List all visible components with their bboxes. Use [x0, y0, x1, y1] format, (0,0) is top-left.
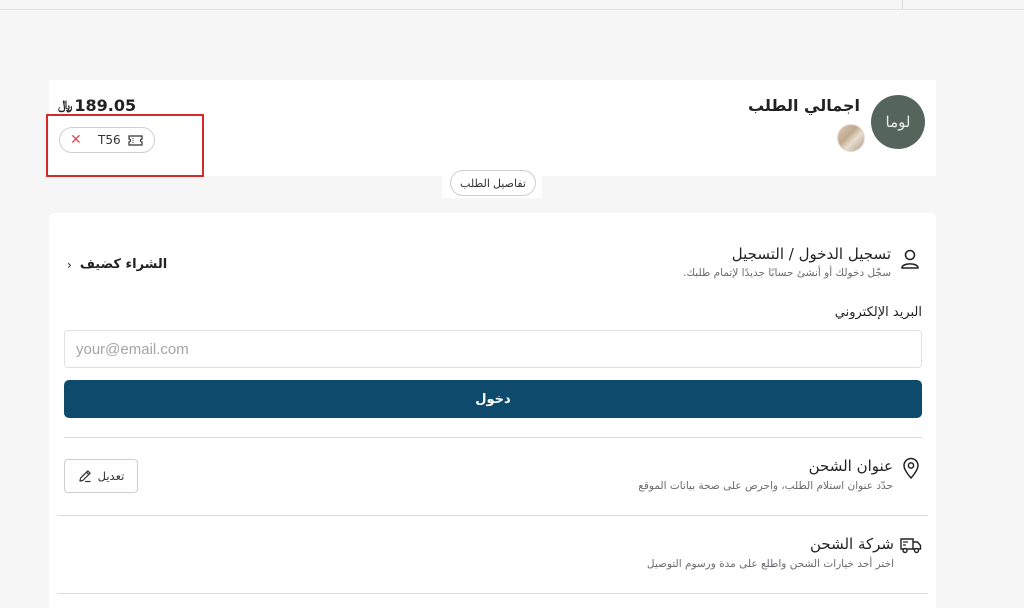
chevron-left-icon: ›: [67, 257, 72, 272]
ticket-icon: [128, 135, 143, 146]
edit-address-label: تعديل: [97, 469, 125, 483]
location-pin-icon: [903, 457, 919, 479]
user-icon: [901, 249, 919, 269]
pencil-icon: [79, 470, 91, 483]
login-title: تسجيل الدخول / التسجيل: [731, 245, 891, 263]
section-divider: [57, 515, 928, 516]
email-label: البريد الإلكتروني: [834, 305, 922, 320]
product-thumbnail: [837, 124, 865, 152]
close-icon[interactable]: ✕: [70, 133, 82, 147]
order-total-value: 189.05: [74, 96, 137, 115]
section-divider: [57, 593, 928, 594]
store-logo-text: لوما: [885, 113, 911, 131]
section-divider: [64, 437, 922, 438]
shipping-address-title: عنوان الشحن: [808, 457, 893, 475]
guest-checkout-label: الشراء كضيف: [79, 257, 168, 272]
checkout-card: تسجيل الدخول / التسجيل سجّل دخولك أو أنش…: [49, 213, 936, 608]
top-border: [0, 9, 1024, 10]
login-subtitle: سجّل دخولك أو أنشئ حسابًا جديدًا لإتمام …: [683, 267, 891, 279]
store-logo: لوما: [871, 95, 925, 149]
applied-coupon-chip: ✕ T56: [59, 127, 155, 153]
email-field[interactable]: [64, 330, 922, 368]
order-total-title: اجمالي الطلب: [747, 96, 860, 115]
shipping-company-subtitle: اختر أحد خيارات الشحن واطلع على مدة ورسو…: [646, 558, 894, 570]
top-border-mark: [902, 0, 903, 9]
login-submit-button[interactable]: دخول: [64, 380, 922, 418]
shipping-address-subtitle: حدّد عنوان استلام الطلب، واحرص على صحة ب…: [638, 480, 893, 492]
shipping-company-title: شركة الشحن: [809, 535, 894, 553]
order-details-button[interactable]: تفاصيل الطلب: [450, 170, 536, 196]
guest-checkout-link[interactable]: › الشراء كضيف: [67, 257, 167, 272]
truck-icon: [900, 538, 922, 554]
riyal-currency-icon: ﷼: [58, 98, 73, 113]
coupon-code: T56: [98, 133, 121, 147]
edit-address-button[interactable]: تعديل: [64, 459, 138, 493]
order-total-amount: ﷼ 189.05: [58, 96, 136, 115]
